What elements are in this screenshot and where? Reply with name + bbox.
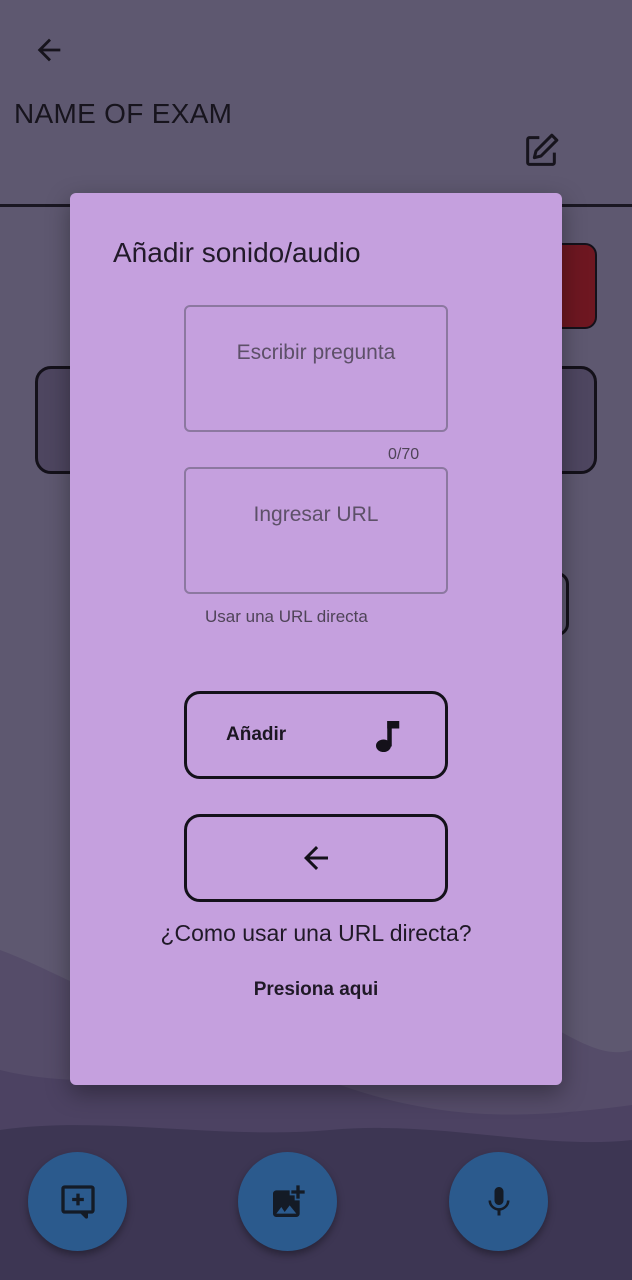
exam-title: NAME OF EXAM (14, 98, 233, 129)
arrow-left-icon (37, 38, 61, 62)
add-comment-icon (60, 1184, 95, 1219)
edit-note-icon (526, 133, 559, 166)
add-audio-button[interactable]: Añadir (184, 691, 448, 779)
add-comment-fab[interactable] (28, 1152, 127, 1251)
back-button[interactable] (22, 28, 76, 72)
edit-button[interactable] (518, 128, 564, 174)
char-counter: 0/70 (388, 446, 420, 463)
arrow-left-icon (304, 846, 328, 870)
dialog-back-button[interactable] (184, 814, 448, 902)
mic-fab[interactable] (449, 1152, 548, 1251)
url-input[interactable]: Ingresar URL (184, 467, 448, 594)
music-note-icon (376, 721, 400, 753)
help-question: ¿Como usar una URL directa? (160, 920, 472, 946)
dialog-title: Añadir sonido/audio (113, 237, 361, 268)
add-audio-dialog: Añadir sonido/audio Escribir pregunta 0/… (70, 193, 562, 1085)
url-helper-text: Usar una URL directa (205, 607, 368, 626)
add-photo-fab[interactable] (238, 1152, 337, 1251)
help-link[interactable]: Presiona aqui (70, 979, 562, 1001)
question-placeholder: Escribir pregunta (236, 341, 396, 364)
url-placeholder: Ingresar URL (253, 503, 379, 526)
mic-icon (488, 1186, 509, 1215)
question-input[interactable]: Escribir pregunta (184, 305, 448, 432)
add-button-label: Añadir (226, 724, 287, 745)
add-photo-icon (272, 1184, 305, 1217)
